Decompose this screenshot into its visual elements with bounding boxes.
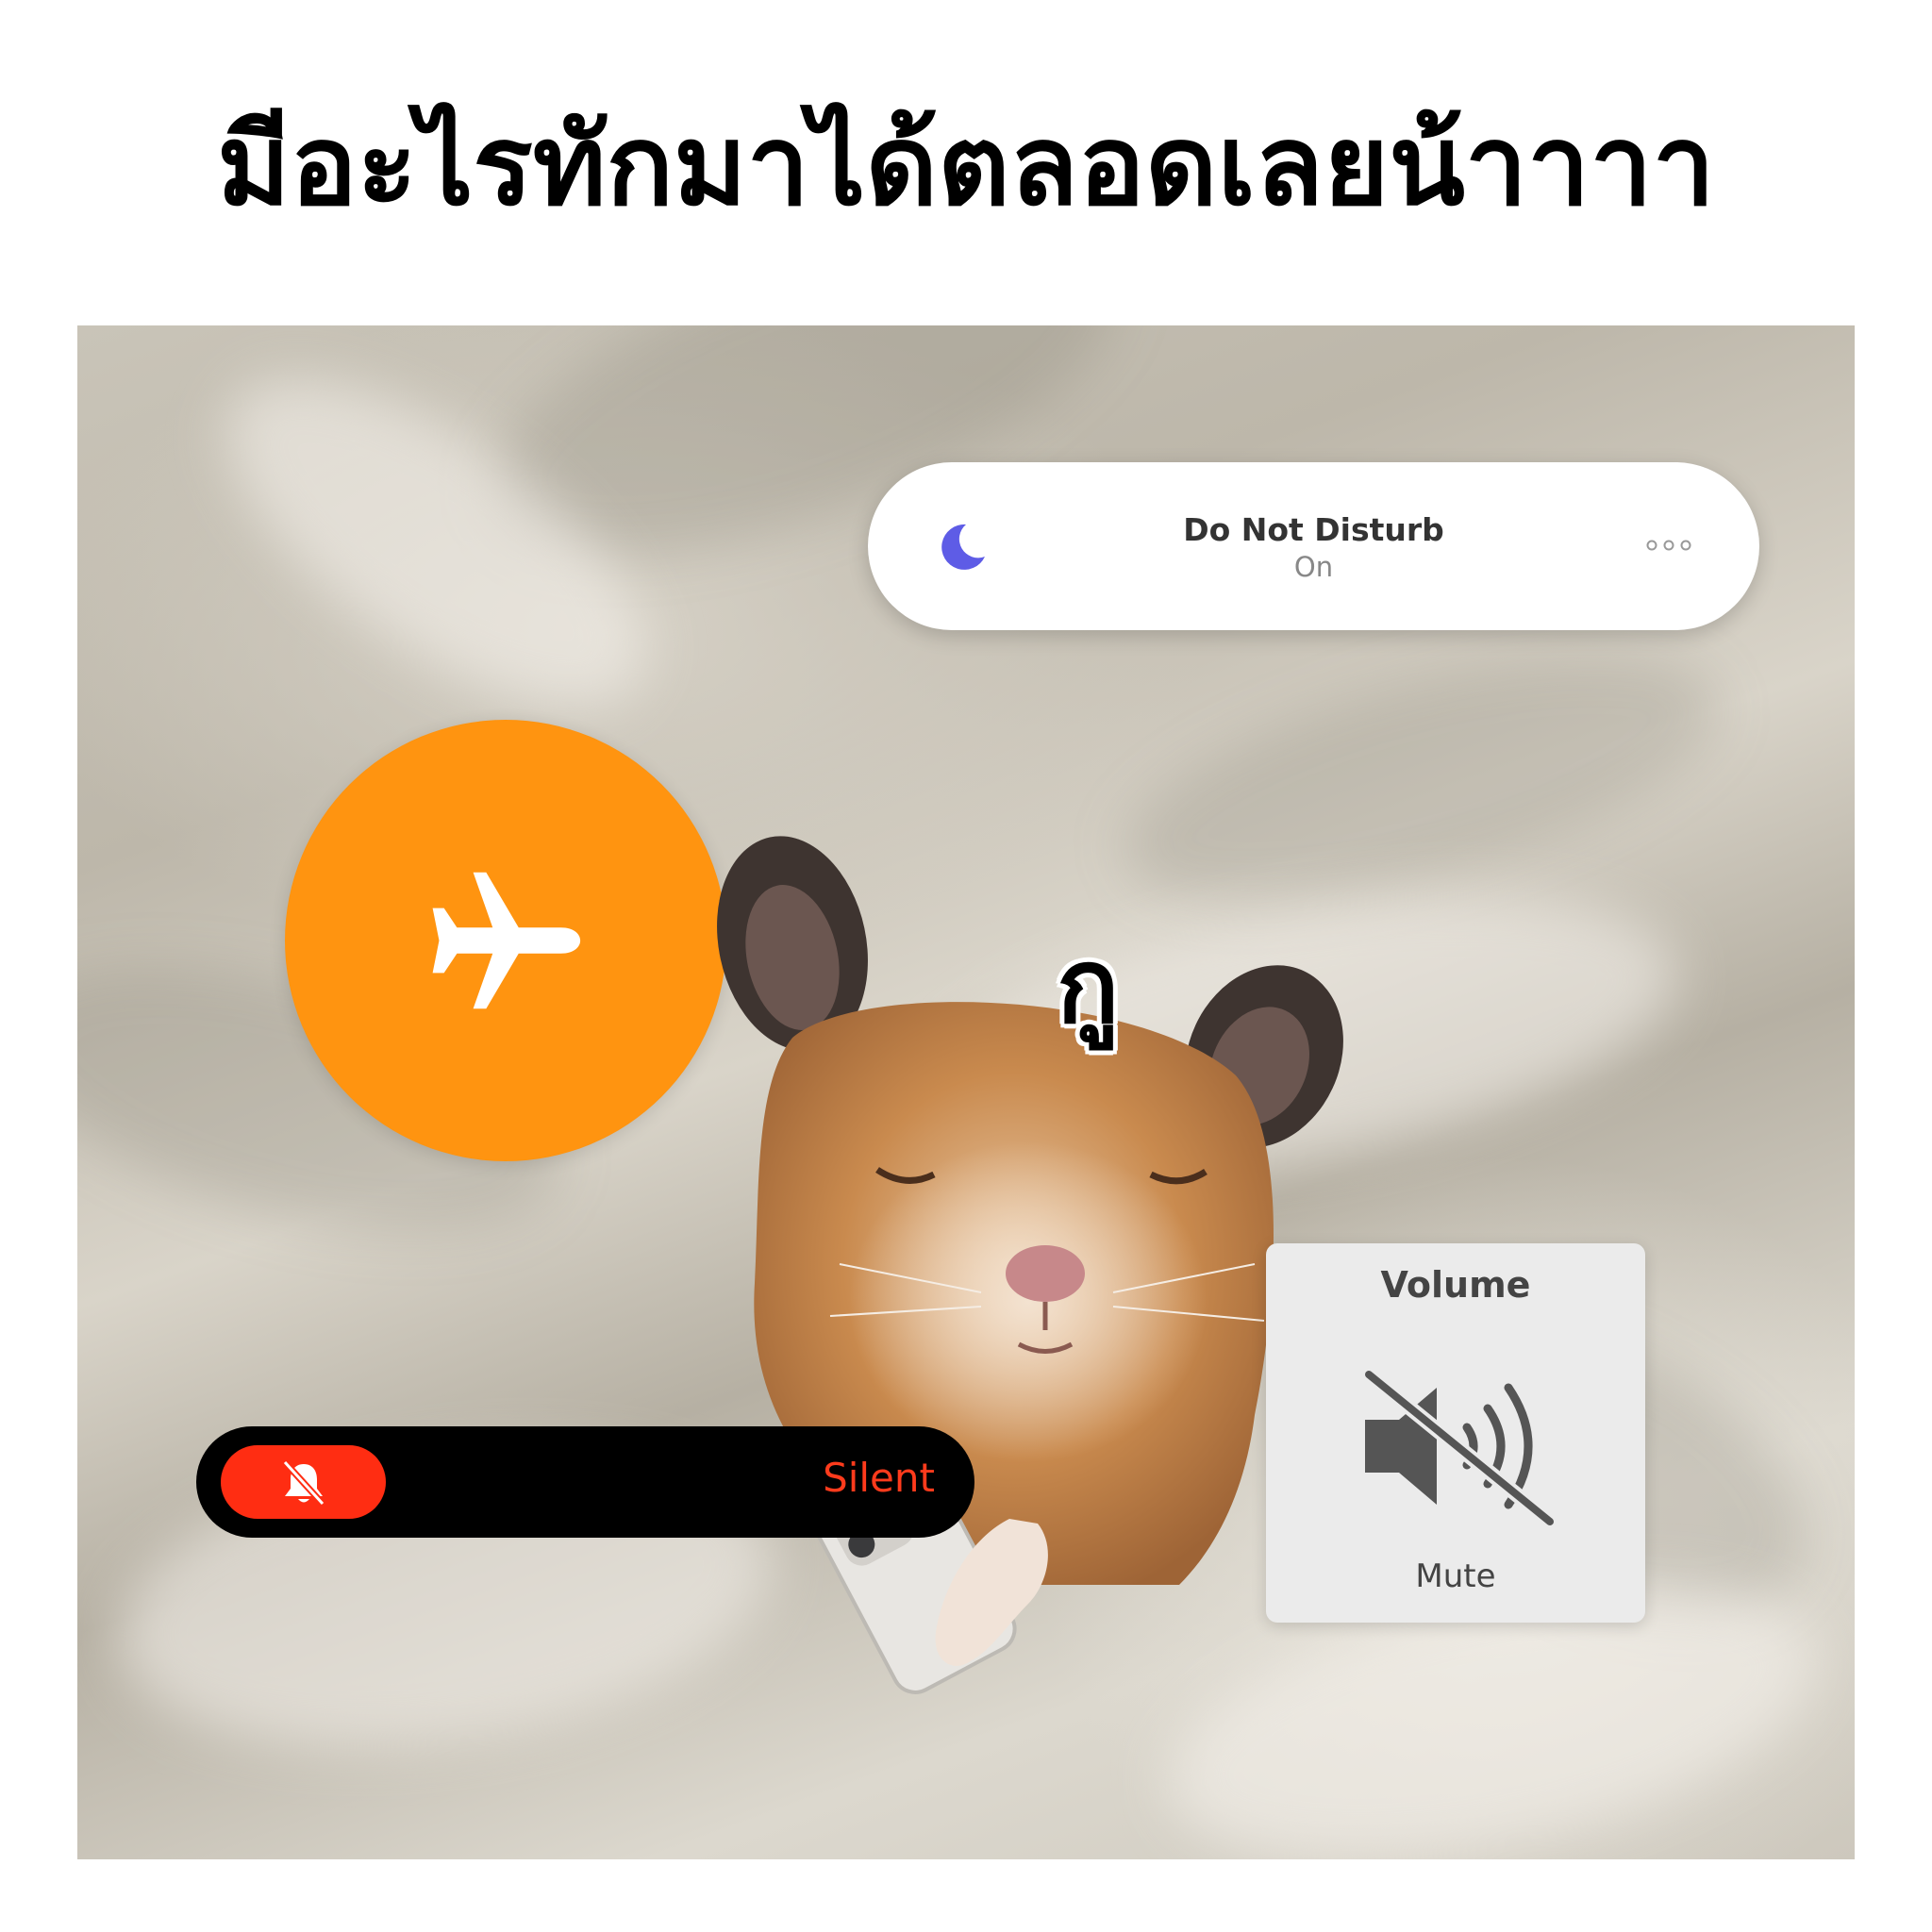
headline-caption: มีอะไรทักมาได้ตลอดเลยน้าาาา (217, 100, 1715, 230)
bell-slash-icon (282, 1459, 325, 1507)
dnd-title: Do Not Disturb (1183, 511, 1444, 548)
volume-hud: Volume Mute (1266, 1243, 1645, 1623)
more-dots-icon[interactable] (1644, 538, 1693, 553)
silent-toggle[interactable] (221, 1445, 386, 1519)
volume-title: Volume (1380, 1264, 1531, 1306)
airplane-mode-button[interactable] (285, 720, 726, 1161)
overlay-label: กู (1057, 925, 1120, 1046)
do-not-disturb-banner[interactable]: Do Not Disturb On (868, 462, 1759, 630)
hamster-photo (717, 836, 1343, 1694)
dnd-status: On (1293, 551, 1334, 583)
airplane-icon (432, 872, 581, 1009)
volume-status: Mute (1415, 1557, 1496, 1595)
silent-mode-bar[interactable]: Silent (196, 1426, 974, 1538)
speaker-mute-icon (1363, 1368, 1556, 1528)
silent-label: Silent (823, 1455, 935, 1501)
